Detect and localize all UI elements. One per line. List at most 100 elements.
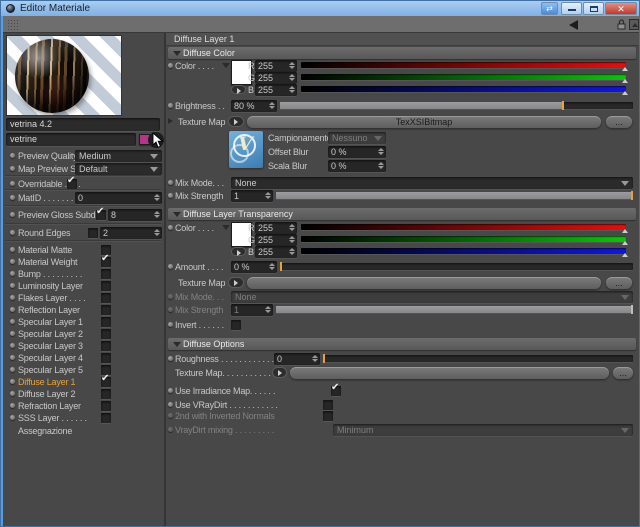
gradient-marker-icon[interactable] (622, 253, 628, 257)
mix-strength-stepper[interactable] (265, 192, 271, 199)
matid-stepper[interactable] (154, 194, 160, 201)
title-bar[interactable]: Editor Materiale ⇄ ✕ (1, 1, 639, 16)
round-edges-checkbox[interactable] (88, 228, 98, 238)
red-stepper[interactable] (289, 224, 295, 231)
maximize-button[interactable] (583, 2, 604, 15)
amount-field[interactable]: 0 % (231, 261, 277, 273)
brightness-slider[interactable] (280, 101, 633, 110)
material-preview[interactable] (6, 35, 122, 116)
texture-browse-button[interactable]: ... (606, 277, 632, 289)
material-name-field[interactable]: vetrina 4.2 (6, 118, 160, 131)
scala-blur-stepper[interactable] (378, 162, 384, 169)
offset-blur-stepper[interactable] (378, 148, 384, 155)
layer-checkbox[interactable] (101, 293, 111, 303)
layer-checkbox[interactable] (101, 353, 111, 363)
round-edges-field[interactable]: 2 (100, 227, 162, 239)
section-diffuse-layer-transparency[interactable]: Diffuse Layer Transparency (168, 208, 636, 220)
use-vraydirt-checkbox[interactable] (323, 400, 333, 410)
red-stepper[interactable] (289, 62, 295, 69)
texture-expand-button[interactable] (228, 116, 244, 127)
map-preview-size-dropdown[interactable]: Default (75, 163, 162, 175)
matid-field[interactable]: 0 (75, 192, 162, 204)
amount-stepper[interactable] (269, 263, 275, 270)
green-field[interactable]: 255 (255, 234, 297, 246)
lock-icon[interactable] (617, 19, 626, 30)
amount-slider[interactable] (280, 262, 633, 271)
texture-browse-button[interactable]: ... (613, 367, 633, 379)
minimize-button[interactable] (561, 2, 582, 15)
gradient-marker-icon[interactable] (622, 79, 628, 83)
blue-gradient-slider[interactable] (301, 248, 628, 257)
gradient-marker-icon[interactable] (622, 91, 628, 95)
roughness-slider[interactable] (323, 354, 633, 363)
scala-blur-field[interactable]: 0 % (328, 160, 386, 172)
mix-strength-slider[interactable] (276, 191, 633, 200)
blue-stepper[interactable] (289, 86, 295, 93)
preview-gloss-subdivs-checkbox[interactable] (96, 206, 106, 220)
layer-checkbox[interactable] (101, 281, 111, 291)
layer-checkbox[interactable] (101, 389, 111, 399)
shader-name-field[interactable]: vetrine (6, 133, 136, 146)
color-expand-button[interactable] (231, 85, 246, 94)
blue-stepper[interactable] (289, 248, 295, 255)
green-gradient-slider[interactable] (301, 74, 628, 83)
texture-expand-button[interactable] (228, 277, 244, 288)
invert-checkbox[interactable] (231, 320, 241, 330)
roughness-stepper[interactable] (312, 355, 318, 362)
dock-icon[interactable] (629, 19, 639, 30)
assegnazione-label[interactable]: Assegnazione (18, 426, 72, 436)
texture-map-button[interactable]: TexXSIBitmap (247, 116, 601, 128)
layer-checkbox[interactable] (101, 269, 111, 279)
red-gradient-slider[interactable] (301, 62, 628, 71)
brightness-field[interactable]: 80 % (231, 100, 277, 112)
layer-checkbox[interactable] (101, 401, 111, 411)
round-edges-stepper[interactable] (154, 229, 160, 236)
layer-checkbox[interactable] (101, 329, 111, 339)
texture-map-button[interactable] (247, 277, 601, 289)
mix-mode-dropdown[interactable]: None (231, 177, 633, 189)
red-gradient-slider[interactable] (301, 224, 628, 233)
blue-gradient-slider[interactable] (301, 86, 628, 95)
gradient-marker-icon[interactable] (622, 241, 628, 245)
preview-gloss-subdivs-stepper[interactable] (154, 211, 160, 218)
preview-quality-dropdown[interactable]: Medium (75, 150, 162, 162)
green-gradient-slider[interactable] (301, 236, 628, 245)
expander-icon[interactable] (168, 118, 173, 124)
color-options-arrow-icon[interactable] (222, 225, 230, 230)
layer-checkbox[interactable] (101, 413, 111, 423)
window-swap-icon[interactable]: ⇄ (541, 2, 558, 15)
layer-checkbox[interactable] (101, 373, 111, 387)
color-expand-button[interactable] (231, 247, 246, 256)
section-diffuse-options[interactable]: Diffuse Options (168, 338, 636, 350)
campionamento-dropdown[interactable]: Nessuno (328, 132, 386, 144)
layer-checkbox[interactable] (101, 253, 111, 267)
use-irradiance-map-checkbox[interactable] (331, 382, 341, 396)
blue-field[interactable]: 255 (255, 246, 297, 258)
back-arrow-icon[interactable] (569, 20, 578, 30)
brightness-stepper[interactable] (269, 102, 275, 109)
red-field[interactable]: 255 (255, 222, 297, 234)
section-diffuse-color[interactable]: Diffuse Color (168, 47, 636, 59)
texture-expand-button[interactable] (272, 367, 287, 378)
offset-blur-field[interactable]: 0 % (328, 146, 386, 158)
texture-map-button[interactable] (290, 367, 609, 379)
layer-checkbox[interactable] (101, 305, 111, 315)
green-field[interactable]: 255 (255, 72, 297, 84)
preview-gloss-subdivs-field[interactable]: 8 (108, 209, 162, 221)
gradient-marker-icon[interactable] (622, 229, 628, 233)
close-button[interactable]: ✕ (605, 2, 637, 15)
layer-label: Specular Layer 5 (18, 365, 83, 375)
layer-checkbox[interactable] (101, 341, 111, 351)
green-stepper[interactable] (289, 236, 295, 243)
red-field[interactable]: 255 (255, 60, 297, 72)
color-options-arrow-icon[interactable] (222, 63, 230, 68)
green-stepper[interactable] (289, 74, 295, 81)
mix-strength-field[interactable]: 1 (231, 190, 273, 202)
gradient-marker-icon[interactable] (622, 67, 628, 71)
overridable-checkbox[interactable] (67, 175, 77, 189)
blue-field[interactable]: 255 (255, 84, 297, 96)
drag-grip-icon[interactable] (7, 19, 18, 30)
layer-checkbox[interactable] (101, 317, 111, 327)
texture-browse-button[interactable]: ... (606, 116, 632, 128)
roughness-field[interactable]: 0 (274, 353, 320, 365)
